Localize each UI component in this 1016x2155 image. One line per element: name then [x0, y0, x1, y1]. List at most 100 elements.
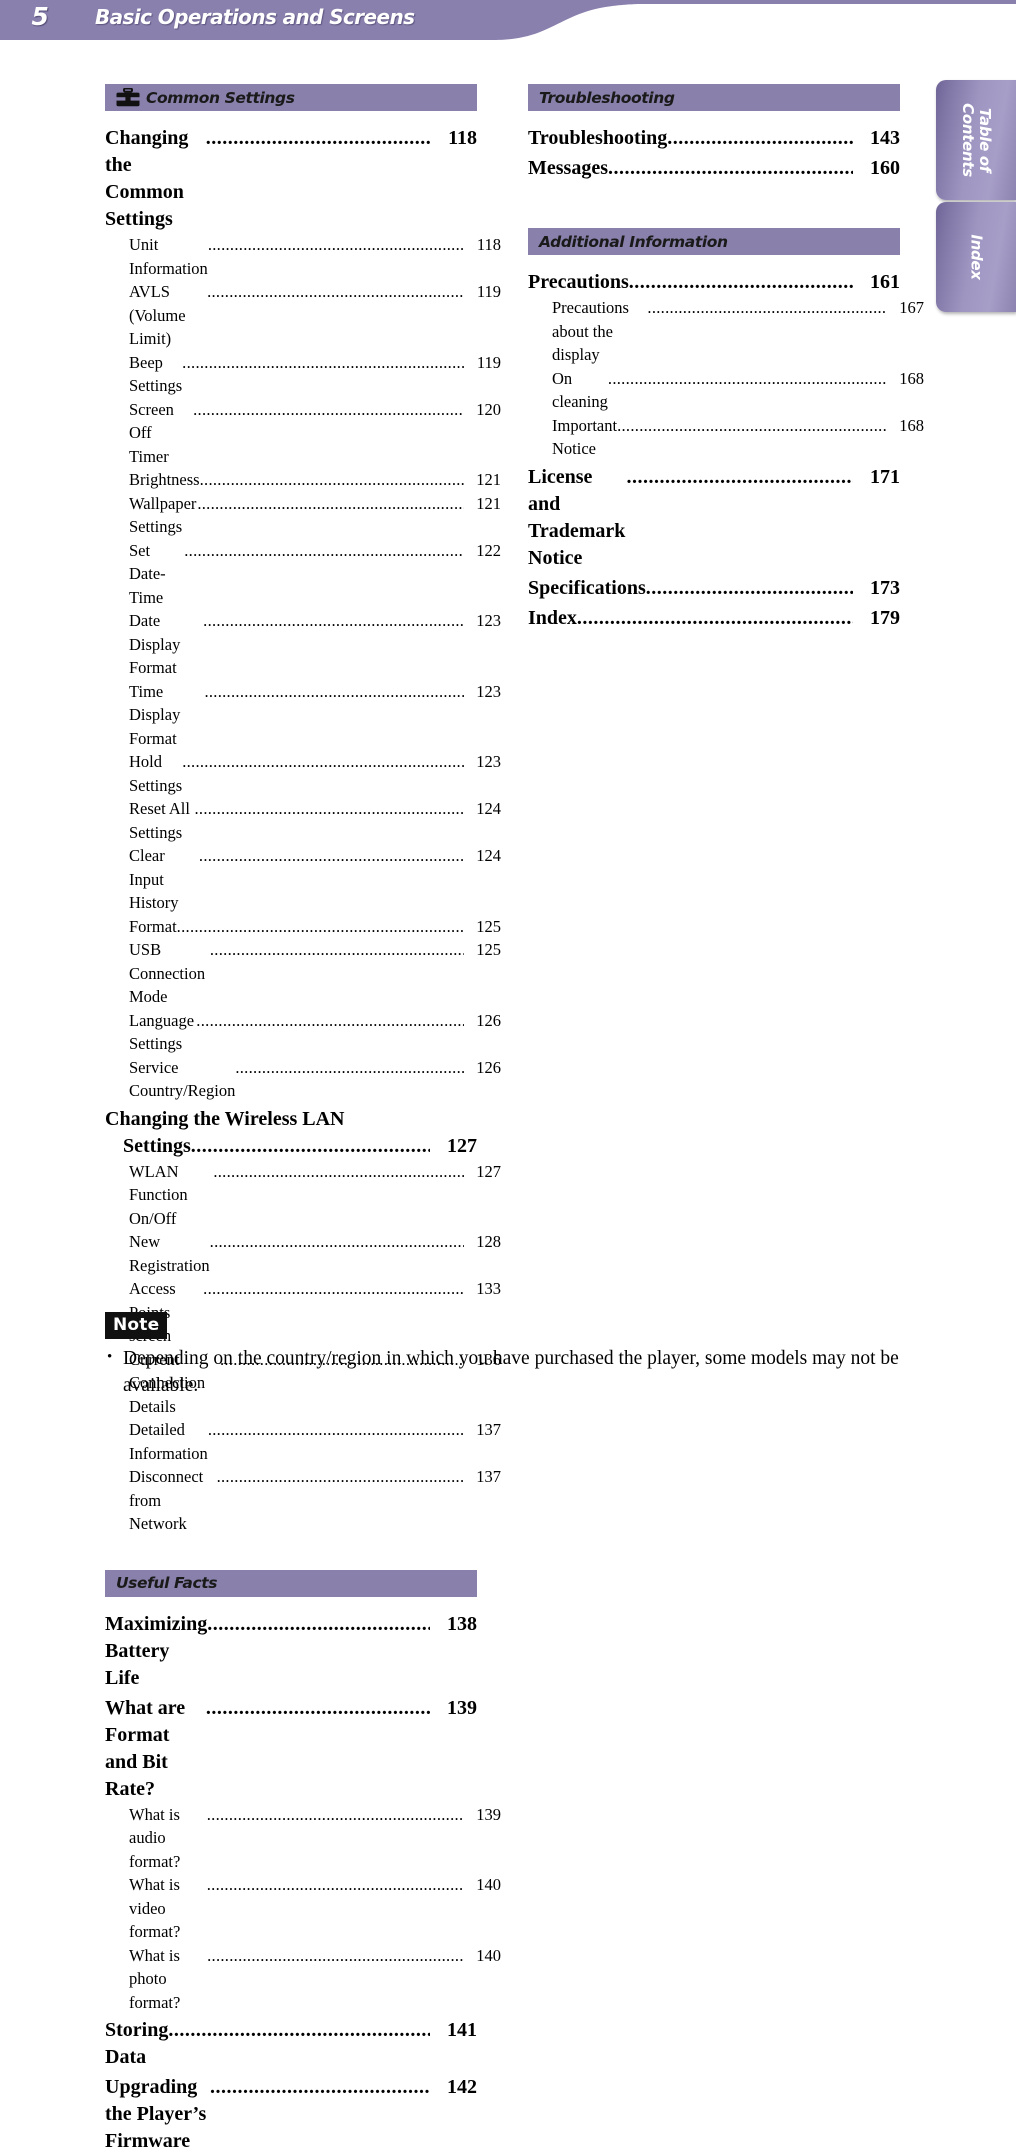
- toc-entry[interactable]: What are Format and Bit Rate?...........…: [105, 1695, 477, 1803]
- note-block: Note Depending on the country/region in …: [105, 1312, 905, 1399]
- sidebar-tab-index[interactable]: Index: [936, 202, 1016, 312]
- toc-entry[interactable]: Format..................................…: [105, 915, 501, 939]
- toc-entry[interactable]: Reset All Settings......................…: [105, 797, 501, 844]
- toc-entry[interactable]: Clear Input History.....................…: [105, 844, 501, 915]
- toc-page-number: 168: [887, 414, 924, 438]
- toc-page-number: 118: [430, 125, 477, 152]
- toc-entry[interactable]: USB Connection Mode.....................…: [105, 938, 501, 1009]
- sidebar-tab-label: Index: [968, 234, 985, 279]
- page-number: 5: [20, 2, 60, 31]
- toc-page-number: 167: [887, 296, 924, 320]
- toc-leader: ........................................…: [207, 1803, 464, 1827]
- toc-entry-label: Important Notice: [552, 414, 617, 461]
- toc-page-number: 128: [464, 1230, 501, 1254]
- toc-entry[interactable]: WLAN Function On/Off....................…: [105, 1160, 501, 1231]
- toc-entry[interactable]: Date Display Format.....................…: [105, 609, 501, 680]
- toc-page-number: 137: [464, 1465, 501, 1489]
- toc-entry-label: Upgrading the Player’s Firmware: [105, 2074, 210, 2155]
- toc-leader: ........................................…: [200, 468, 464, 492]
- toc-leader: ........................................…: [196, 1009, 464, 1033]
- toc-entry-label-cont: Settings: [123, 1133, 191, 1160]
- toc-page-number: 120: [464, 398, 501, 422]
- toc-entry[interactable]: Index...................................…: [528, 605, 900, 632]
- toc-entry[interactable]: What is audio format?...................…: [105, 1803, 501, 1874]
- toc-entry[interactable]: Language Settings.......................…: [105, 1009, 501, 1056]
- toc-entry-label: Service Country/Region: [129, 1056, 235, 1103]
- toc-leader: ........................................…: [647, 296, 887, 320]
- toc-entry-label: Screen Off Timer: [129, 398, 193, 469]
- toc-leader: ........................................…: [207, 1873, 464, 1897]
- toc-entry[interactable]: Storing Data............................…: [105, 2017, 477, 2071]
- section-header-label: Troubleshooting: [539, 89, 675, 107]
- toc-leader: ........................................…: [208, 1418, 464, 1442]
- section-header-bar: Additional Information: [528, 228, 900, 255]
- toc-entry[interactable]: Specifications..........................…: [528, 575, 900, 602]
- toc-entry[interactable]: Messages................................…: [528, 155, 900, 182]
- toc-page-number: 126: [464, 1009, 501, 1033]
- toc-group: Precautions.............................…: [528, 269, 900, 632]
- toc-entry[interactable]: Precautions.............................…: [528, 269, 900, 296]
- toc-leader: ........................................…: [235, 1056, 464, 1080]
- toc-page-number: 123: [464, 609, 501, 633]
- section-spacer: [105, 1536, 477, 1570]
- toc-entry[interactable]: AVLS (Volume Limit).....................…: [105, 280, 501, 351]
- toc-entry[interactable]: New Registration........................…: [105, 1230, 501, 1277]
- toc-entry[interactable]: Maximizing Battery Life.................…: [105, 1611, 477, 1692]
- toc-entry[interactable]: Time Display Format.....................…: [105, 680, 501, 751]
- toc-entry[interactable]: Set Date-Time...........................…: [105, 539, 501, 610]
- toc-leader: ........................................…: [182, 351, 464, 375]
- toc-group: Maximizing Battery Life.................…: [105, 1611, 477, 2155]
- toc-page-number: 133: [464, 1277, 501, 1301]
- toc-entry-label: Brightness: [129, 468, 200, 492]
- toc-entry[interactable]: Changing the Common Settings............…: [105, 125, 477, 233]
- toc-leader: ........................................…: [199, 844, 464, 868]
- toc-page-number: 124: [464, 797, 501, 821]
- toc-entry[interactable]: Screen Off Timer........................…: [105, 398, 501, 469]
- toc-leader: ........................................…: [197, 492, 464, 516]
- toc-leader: ........................................…: [208, 233, 464, 257]
- toc-leader: ........................................…: [191, 1133, 430, 1160]
- toc-entry-label: Clear Input History: [129, 844, 199, 915]
- toc-entry[interactable]: Changing the Wireless LANSettings ......…: [105, 1106, 477, 1160]
- toc-entry[interactable]: Detailed Information....................…: [105, 1418, 501, 1465]
- toc-entry[interactable]: Beep Settings...........................…: [105, 351, 501, 398]
- toc-entry[interactable]: Hold Settings...........................…: [105, 750, 501, 797]
- toc-entry-label: On cleaning: [552, 367, 608, 414]
- toc-entry-label: Maximizing Battery Life: [105, 1611, 207, 1692]
- page-title: Basic Operations and Screens: [95, 5, 414, 29]
- toc-entry[interactable]: Wallpaper Settings......................…: [105, 492, 501, 539]
- toc-entry-label: Precautions about the display: [552, 296, 647, 367]
- toc-entry[interactable]: Brightness..............................…: [105, 468, 501, 492]
- toc-entry[interactable]: What is photo format?...................…: [105, 1944, 501, 2015]
- toc-entry[interactable]: Troubleshooting.........................…: [528, 125, 900, 152]
- toc-entry[interactable]: License and Trademark Notice............…: [528, 464, 900, 572]
- toc-entry[interactable]: Unit Information........................…: [105, 233, 501, 280]
- toc-entry-label: Set Date-Time: [129, 539, 184, 610]
- toc-entry[interactable]: Disconnect from Network.................…: [105, 1465, 501, 1536]
- toc-entry[interactable]: Service Country/Region..................…: [105, 1056, 501, 1103]
- toc-entry-label: Date Display Format: [129, 609, 203, 680]
- toc-leader: ........................................…: [177, 915, 464, 939]
- toc-entry[interactable]: On cleaning.............................…: [528, 367, 924, 414]
- toc-entry[interactable]: Precautions about the display...........…: [528, 296, 924, 367]
- toc-page-number: 122: [464, 539, 501, 563]
- toc-leader: ........................................…: [608, 367, 887, 391]
- toc-leader: ........................................…: [627, 464, 854, 491]
- toc-page-number: 141: [430, 2017, 477, 2044]
- toc-entry-label: Index: [528, 605, 577, 632]
- toc-entry[interactable]: Upgrading the Player’s Firmware.........…: [105, 2074, 477, 2155]
- toc-page-number: 137: [464, 1418, 501, 1442]
- toc-entry-label: Precautions: [528, 269, 629, 296]
- toc-entry-label: New Registration: [129, 1230, 210, 1277]
- sidebar-tab-table-of-contents[interactable]: Table ofContents: [936, 80, 1016, 200]
- toc-entry-label: Troubleshooting: [528, 125, 667, 152]
- toc-leader: ........................................…: [207, 1611, 430, 1638]
- toc-page-number: 140: [464, 1944, 501, 1968]
- toc-entry-label: What is video format?: [129, 1873, 207, 1944]
- toc-page-number: 138: [430, 1611, 477, 1638]
- toc-page-number: 123: [464, 750, 501, 774]
- toc-entry[interactable]: What is video format?...................…: [105, 1873, 501, 1944]
- toc-entry[interactable]: Important Notice........................…: [528, 414, 924, 461]
- toc-page-number: 168: [887, 367, 924, 391]
- note-item: Depending on the country/region in which…: [105, 1345, 905, 1399]
